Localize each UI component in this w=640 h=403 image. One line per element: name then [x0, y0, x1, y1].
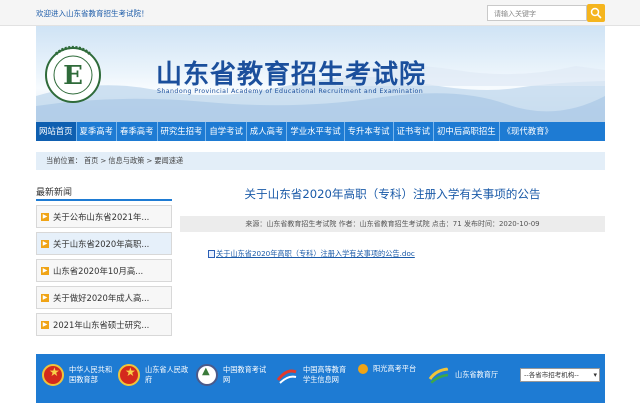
national-emblem-icon [42, 364, 64, 386]
svg-text:E: E [63, 61, 83, 91]
arrow-right-icon: ▶ [41, 293, 49, 302]
breadcrumb-separator: > [146, 156, 153, 165]
edu-department-icon [428, 367, 449, 384]
search-icon [590, 7, 602, 19]
footer-links-bar: 中华人民共和国教育部 山东省人民政府 中国教育考试网 中国高等教育学生信息网 阳… [36, 354, 605, 403]
search-input[interactable]: 请输入关键字 [487, 5, 587, 21]
exam-agency-select[interactable]: --各省市招考机构-- ▾ [520, 368, 600, 382]
sidebar-news-item[interactable]: ▶ 关于公布山东省2021年... [36, 205, 172, 228]
main-nav: 网站首页 夏季高考 春季高考 研究生招考 自学考试 成人高考 学业水平考试 专升… [36, 122, 605, 141]
nav-item-academic-proficiency[interactable]: 学业水平考试 [287, 122, 345, 141]
national-emblem-icon [118, 364, 140, 386]
nav-item-adult-exam[interactable]: 成人高考 [247, 122, 288, 141]
nav-item-vocational-admission[interactable]: 初中后高职招生 [434, 122, 500, 141]
footer-link-label: 国教育部 [69, 375, 98, 384]
nav-item-upgrade-exam[interactable]: 专升本考试 [345, 122, 394, 141]
footer-link-label: 山东省教育厅 [455, 370, 499, 379]
footer-link-label: 中国教育考试 [223, 365, 267, 374]
sidebar-news-label: 关于公布山东省2021年... [53, 211, 150, 222]
search-button[interactable] [587, 4, 605, 22]
breadcrumb-link-policy[interactable]: 信息与政策 [108, 156, 144, 165]
footer-link-label: 中华人民共和 [69, 365, 113, 374]
breadcrumb-link-news[interactable]: 要闻速递 [154, 156, 183, 165]
site-banner: E 山东省教育招生考试院 Shandong Provincial Academy… [36, 26, 605, 122]
academy-logo: E [45, 45, 101, 103]
site-subtitle: Shandong Provincial Academy of Education… [157, 88, 424, 95]
arrow-right-icon: ▶ [41, 239, 49, 248]
exam-center-icon [196, 364, 218, 386]
top-bar: 欢迎进入山东省教育招生考试院！ 请输入关键字 [0, 0, 640, 26]
arrow-right-icon: ▶ [41, 212, 49, 221]
article-title: 关于山东省2020年高职（专科）注册入学有关事项的公告 [244, 187, 541, 201]
footer-link-edu-dept[interactable]: 山东省教育厅 [428, 364, 498, 386]
sidebar-news-label: 关于山东省2020年高职... [53, 238, 150, 249]
nav-item-certificate-exam[interactable]: 证书考试 [394, 122, 434, 141]
sidebar-news-item[interactable]: ▶ 2021年山东省硕士研究... [36, 313, 172, 336]
footer-link-moe[interactable]: 中华人民共和国教育部 [42, 364, 112, 386]
breadcrumb-prefix: 当前位置： [46, 156, 82, 165]
sidebar-news-item[interactable]: ▶ 山东省2020年10月高... [36, 259, 172, 282]
chevron-down-icon: ▾ [593, 371, 597, 379]
arrow-right-icon: ▶ [41, 320, 49, 329]
sidebar-news-label: 2021年山东省硕士研究... [53, 319, 150, 330]
breadcrumb: 当前位置： 首页 > 信息与政策 > 要闻速递 [36, 152, 605, 170]
nav-item-summer-gaokao[interactable]: 夏季高考 [77, 122, 117, 141]
footer-link-label: 学生信息网 [303, 375, 339, 384]
footer-link-label: 网 [223, 375, 231, 384]
article-meta: 来源：山东省教育招生考试院 作者：山东省教育招生考试院 点击：71 发布时间：2… [180, 216, 605, 232]
sunshine-gaokao-icon [358, 364, 368, 374]
exam-agency-select-value: --各省市招考机构-- [524, 371, 579, 379]
attachment-row: 关于山东省2020年高职（专科）注册入学有关事项的公告.doc [208, 249, 415, 259]
sidebar-news-item[interactable]: ▶ 关于做好2020年成人高... [36, 286, 172, 309]
nav-item-self-study-exam[interactable]: 自学考试 [206, 122, 247, 141]
chsi-logo-icon [276, 369, 297, 384]
sidebar-title: 最新新闻 [36, 188, 73, 198]
sidebar-divider [36, 199, 172, 201]
footer-link-label: 山东省人民政 [145, 365, 189, 374]
breadcrumb-separator: > [100, 156, 107, 165]
attachment-link[interactable]: 关于山东省2020年高职（专科）注册入学有关事项的公告.doc [216, 249, 415, 259]
sidebar-news-label: 山东省2020年10月高... [53, 265, 144, 276]
doc-file-icon [208, 250, 215, 258]
nav-item-postgraduate[interactable]: 研究生招考 [158, 122, 207, 141]
site-title: 山东省教育招生考试院 [156, 60, 427, 90]
nav-item-modern-education[interactable]: 《现代教育》 [500, 122, 556, 141]
footer-link-label: 中国高等教育 [303, 365, 347, 374]
nav-item-home[interactable]: 网站首页 [36, 122, 77, 141]
footer-link-gaokao[interactable]: 阳光高考平台 [358, 364, 416, 374]
breadcrumb-link-home[interactable]: 首页 [84, 156, 98, 165]
welcome-text: 欢迎进入山东省教育招生考试院！ [36, 9, 149, 18]
footer-link-chsi[interactable]: 中国高等教育 学生信息网 [276, 364, 346, 386]
arrow-right-icon: ▶ [41, 266, 49, 275]
footer-link-neea[interactable]: 中国教育考试网 [196, 364, 266, 386]
nav-item-spring-gaokao[interactable]: 春季高考 [117, 122, 158, 141]
sidebar-news-item[interactable]: ▶ 关于山东省2020年高职... [36, 232, 172, 255]
sidebar-news-list: ▶ 关于公布山东省2021年... ▶ 关于山东省2020年高职... ▶ 山东… [36, 205, 172, 340]
footer-link-label: 阳光高考平台 [373, 364, 417, 373]
footer-link-label: 府 [145, 375, 153, 384]
footer-link-shandong-gov[interactable]: 山东省人民政府 [118, 364, 188, 386]
sidebar-news-label: 关于做好2020年成人高... [53, 292, 150, 303]
